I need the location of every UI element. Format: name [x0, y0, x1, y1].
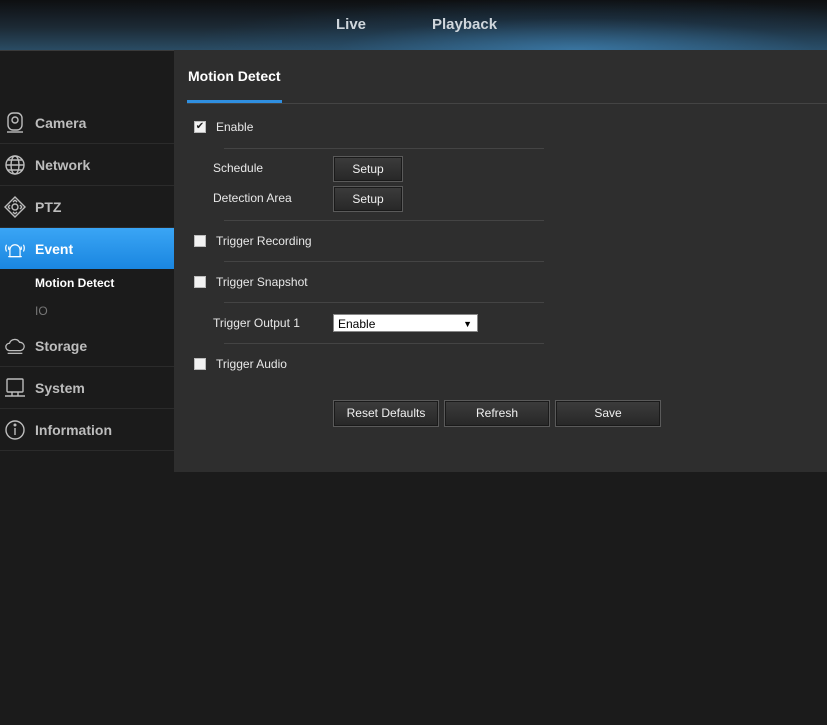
- detection-area-setup-button[interactable]: Setup: [333, 186, 403, 212]
- sidebar: Camera Network PTZ Event Motion Detect I…: [0, 102, 182, 451]
- trigger-output-label: Trigger Output 1: [213, 316, 300, 330]
- sidebar-item-label: System: [35, 379, 85, 396]
- sidebar-item-label: Network: [35, 156, 91, 173]
- trigger-snapshot-checkbox[interactable]: [194, 276, 206, 288]
- nav-live[interactable]: Live: [336, 0, 366, 50]
- schedule-label: Schedule: [213, 161, 264, 175]
- enable-checkbox[interactable]: ✔: [194, 121, 206, 133]
- trigger-audio-row: Trigger Audio: [194, 357, 287, 371]
- globe-icon: [4, 154, 26, 176]
- divider: [224, 220, 544, 221]
- sidebar-item-ptz[interactable]: PTZ: [0, 186, 174, 228]
- enable-row: ✔ Enable: [194, 120, 253, 134]
- trigger-recording-checkbox[interactable]: [194, 235, 206, 247]
- divider: [224, 261, 544, 262]
- motion-detect-panel: Motion Detect ✔ Enable Schedule Setup De…: [174, 50, 827, 472]
- alarm-icon: [4, 238, 26, 260]
- sidebar-item-storage[interactable]: Storage: [0, 325, 174, 367]
- save-button[interactable]: Save: [555, 400, 661, 427]
- title-divider: [187, 103, 827, 104]
- trigger-recording-label: Trigger Recording: [216, 234, 312, 248]
- camera-icon: [4, 111, 26, 134]
- divider: [224, 302, 544, 303]
- reset-defaults-button[interactable]: Reset Defaults: [333, 400, 439, 427]
- sidebar-subitem-io[interactable]: IO: [0, 297, 174, 325]
- sidebar-item-network[interactable]: Network: [0, 144, 174, 186]
- ptz-icon: [4, 195, 26, 218]
- trigger-snapshot-row: Trigger Snapshot: [194, 275, 308, 289]
- info-icon: [4, 419, 26, 441]
- enable-label: Enable: [216, 120, 254, 134]
- trigger-recording-row: Trigger Recording: [194, 234, 312, 248]
- divider: [224, 343, 544, 344]
- cloud-icon: [4, 335, 26, 357]
- sidebar-item-label: Information: [35, 421, 112, 438]
- trigger-output-value: Enable: [338, 317, 376, 331]
- divider: [224, 148, 544, 149]
- trigger-audio-label: Trigger Audio: [216, 357, 287, 371]
- sidebar-item-camera[interactable]: Camera: [0, 102, 174, 144]
- sidebar-item-label: Storage: [35, 337, 88, 354]
- top-bar-glow: [200, 0, 827, 50]
- refresh-button[interactable]: Refresh: [444, 400, 550, 427]
- detection-area-label: Detection Area: [213, 191, 292, 205]
- sidebar-item-information[interactable]: Information: [0, 409, 174, 451]
- trigger-audio-checkbox[interactable]: [194, 358, 206, 370]
- sidebar-item-event[interactable]: Event: [0, 228, 182, 269]
- trigger-snapshot-label: Trigger Snapshot: [216, 275, 308, 289]
- sidebar-item-system[interactable]: System: [0, 367, 174, 409]
- sidebar-subitem-motion-detect[interactable]: Motion Detect: [0, 269, 174, 297]
- nav-playback[interactable]: Playback: [432, 0, 497, 50]
- page-title: Motion Detect: [188, 68, 281, 84]
- sidebar-item-label: Event: [35, 240, 74, 257]
- monitor-icon: [4, 377, 26, 399]
- sidebar-item-label: Camera: [35, 114, 87, 131]
- schedule-setup-button[interactable]: Setup: [333, 156, 403, 182]
- trigger-output-select[interactable]: Enable ▼: [333, 314, 478, 332]
- top-bar: Live Playback: [0, 0, 827, 51]
- dropdown-arrow-icon: ▼: [463, 319, 472, 329]
- sidebar-item-label: PTZ: [35, 198, 62, 215]
